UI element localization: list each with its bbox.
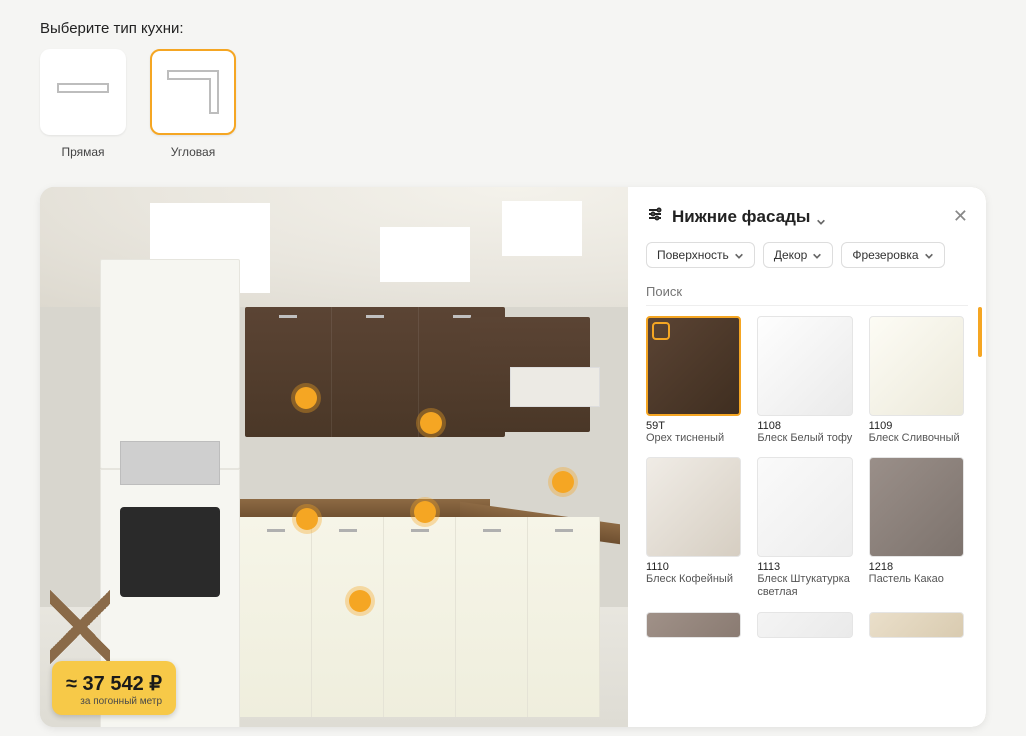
swatch-item[interactable]: 59TОрех тисненый [646,316,741,445]
close-icon[interactable]: ✕ [953,206,968,227]
panel-title-text: Нижние фасады [672,207,810,227]
chevron-down-icon [924,250,934,260]
swatch-code: 59T [646,420,741,432]
swatch-item[interactable]: 1109Блеск Сливочный [869,316,964,445]
type-label: Прямая [61,145,104,159]
filter-surface[interactable]: Поверхность [646,242,755,268]
hotspot-backsplash[interactable] [552,471,574,493]
chevron-down-icon [734,250,744,260]
hotspot-lower-facades[interactable] [349,590,371,612]
swatch-code: 1110 [646,561,741,573]
swatch-item[interactable] [757,612,852,638]
kitchen-configurator: ≈ 37 542 ₽ за погонный метр Нижние фасад… [40,187,986,727]
swatch-code: 1109 [869,420,964,432]
scrollbar[interactable] [978,307,982,707]
swatch-item[interactable]: 1218Пастель Какао [869,457,964,599]
chevron-down-icon [816,212,826,222]
swatch-item[interactable]: 1110Блеск Кофейный [646,457,741,599]
search-input[interactable] [646,278,968,306]
hotspot-upper-facades-2[interactable] [420,412,442,434]
swatch-name: Блеск Белый тофу [757,432,852,445]
type-option-straight[interactable]: Прямая [40,49,126,159]
swatch-thumb [646,316,741,416]
filter-label: Декор [774,248,808,262]
filter-milling[interactable]: Фрезеровка [841,242,944,268]
swatch-thumb [757,316,852,416]
price-sublabel: за погонный метр [66,696,162,707]
swatch-name: Блеск Сливочный [869,432,964,445]
swatch-item[interactable] [869,612,964,638]
filter-decor[interactable]: Декор [763,242,834,268]
swatch-name: Блеск Штукатурка светлая [757,573,852,599]
swatch-thumb [646,457,741,557]
price-badge: ≈ 37 542 ₽ за погонный метр [52,661,176,715]
type-option-corner[interactable]: Угловая [150,49,236,159]
swatch-code: 1218 [869,561,964,573]
type-thumb-corner [150,49,236,135]
chevron-down-icon [812,250,822,260]
swatch-thumb [757,457,852,557]
hotspot-upper-facades[interactable] [295,387,317,409]
filter-label: Поверхность [657,248,729,262]
filter-label: Фрезеровка [852,248,918,262]
type-thumb-straight [40,49,126,135]
swatch-name: Блеск Кофейный [646,573,741,586]
swatch-item[interactable] [646,612,741,638]
type-label: Угловая [171,145,215,159]
swatch-thumb [757,612,852,638]
section-label: Выберите тип кухни: [40,20,986,37]
swatch-thumb [869,612,964,638]
swatch-thumb [646,612,741,638]
kitchen-type-row: Прямая Угловая [40,49,986,159]
swatch-thumb [869,316,964,416]
hotspot-countertop[interactable] [414,501,436,523]
panel-title[interactable]: Нижние фасады [672,207,945,227]
swatch-code: 1108 [757,420,852,432]
selected-badge-icon [652,322,670,340]
swatch-name: Пастель Какао [869,573,964,586]
swatch-thumb [869,457,964,557]
swatch-name: Орех тисненый [646,432,741,445]
search-wrap [646,278,968,306]
hotspot-countertop-2[interactable] [296,508,318,530]
sliders-icon [646,205,664,228]
options-panel: Нижние фасады ✕ Поверхность Декор Фрезер… [628,187,986,727]
filter-row: Поверхность Декор Фрезеровка [646,242,968,268]
price-value: ≈ 37 542 ₽ [66,671,162,696]
swatch-code: 1113 [757,561,852,573]
swatch-grid: 59TОрех тисненый1108Блеск Белый тофу1109… [646,316,968,638]
swatch-item[interactable]: 1113Блеск Штукатурка светлая [757,457,852,599]
swatch-item[interactable]: 1108Блеск Белый тофу [757,316,852,445]
